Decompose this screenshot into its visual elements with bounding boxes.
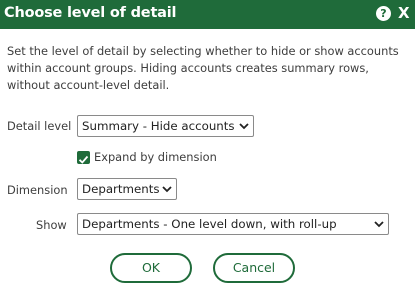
help-icon[interactable]: ? (376, 6, 391, 21)
ok-button[interactable]: OK (110, 253, 192, 283)
dimension-value: Departments (82, 182, 160, 196)
dialog-title: Choose level of detail (4, 5, 177, 21)
detail-level-value: Summary - Hide accounts (82, 119, 235, 133)
expand-by-dimension-checkbox[interactable] (77, 151, 90, 164)
close-icon[interactable]: X (398, 3, 410, 23)
show-label: Show (36, 218, 67, 232)
chevron-down-icon (239, 116, 249, 136)
dialog-titlebar: Choose level of detail ? X (0, 0, 415, 29)
show-select[interactable]: Departments - One level down, with roll-… (77, 213, 389, 235)
dialog-description: Set the level of detail by selecting whe… (7, 44, 399, 92)
detail-level-select[interactable]: Summary - Hide accounts (77, 115, 254, 137)
chevron-down-icon (374, 214, 384, 234)
cancel-button[interactable]: Cancel (213, 253, 295, 283)
dimension-select[interactable]: Departments (77, 178, 177, 200)
dimension-label: Dimension (7, 183, 68, 197)
detail-level-label: Detail level (7, 119, 72, 133)
show-value: Departments - One level down, with roll-… (82, 217, 337, 231)
chevron-down-icon (162, 179, 172, 199)
checkmark-icon (78, 155, 89, 164)
expand-by-dimension-label[interactable]: Expand by dimension (94, 150, 217, 164)
